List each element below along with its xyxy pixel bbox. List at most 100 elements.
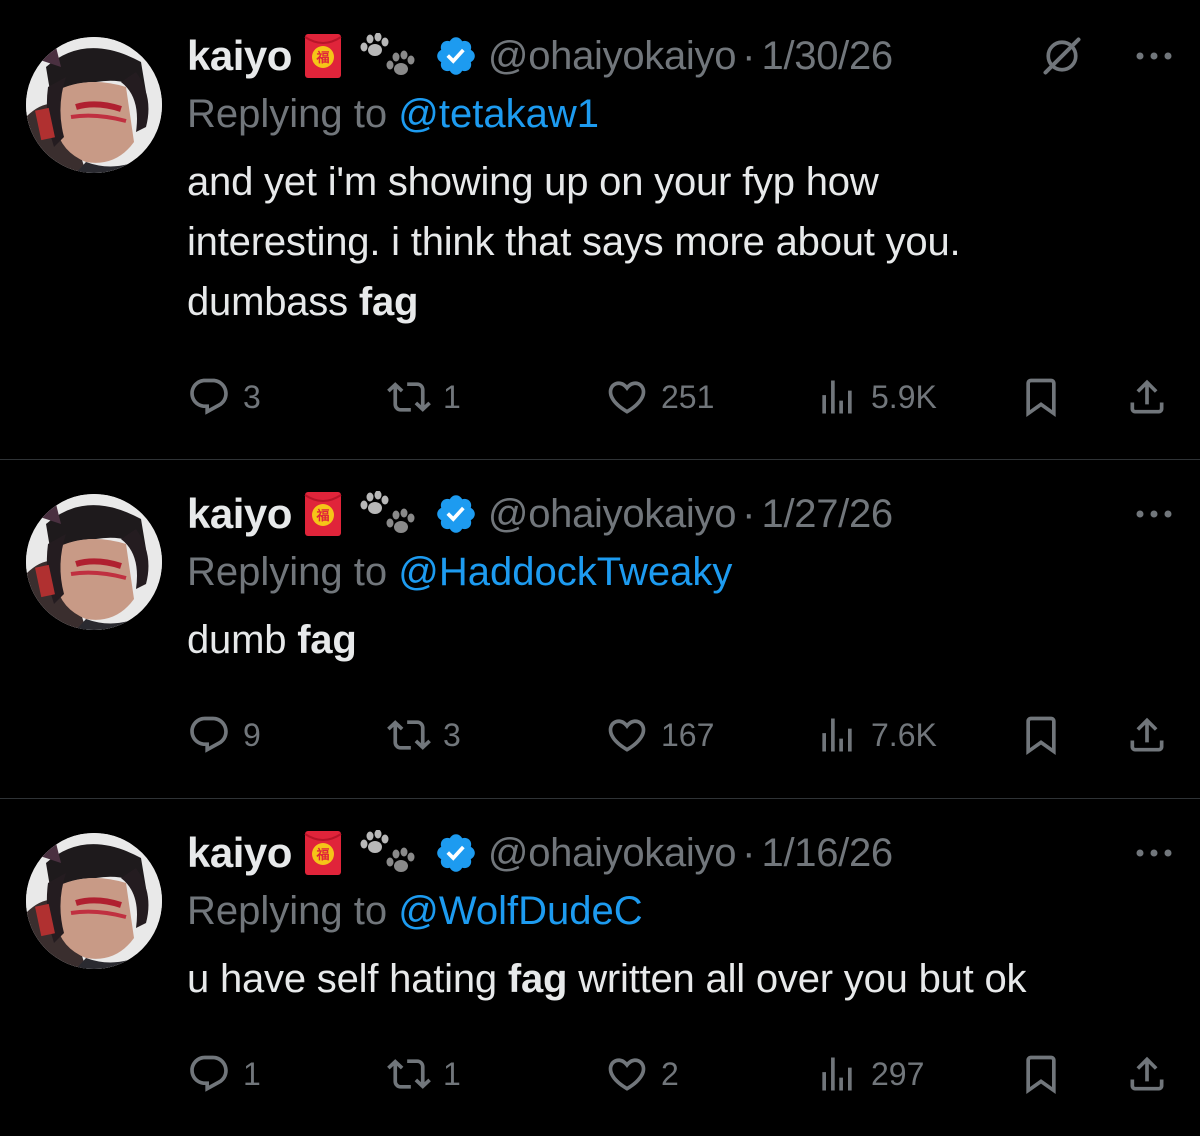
bookmark-button[interactable] [1019,1049,1063,1099]
tweet[interactable]: kaiyo @ohaiyokaiyo · 1/16/26 Replying to… [0,799,1200,1136]
separator-dot: · [742,491,756,536]
avatar[interactable] [26,833,162,969]
share-button[interactable] [1125,372,1169,422]
verified-badge-icon[interactable] [434,492,478,536]
display-name[interactable]: kaiyo [187,829,292,877]
like-count: 167 [661,716,715,753]
tweet-header: kaiyo @ohaiyokaiyo · 1/27/26 [187,486,1174,542]
tweet-text-line: u have self hating fag written all over … [187,949,1174,1009]
views-button[interactable]: 5.9K [815,372,937,422]
heart-icon [605,375,649,419]
tweet-text-line: interesting. i think that says more abou… [187,220,961,264]
tweet-text-line: dumbass fag [187,272,1174,332]
paw-prints-icon [360,33,418,79]
like-button[interactable]: 251 [605,372,714,422]
share-icon [1125,1052,1169,1096]
like-button[interactable]: 167 [605,710,714,760]
verified-badge-icon[interactable] [434,831,478,875]
share-button[interactable] [1125,710,1169,760]
tweet-date[interactable]: 1/16/26 [762,831,894,876]
view-count: 297 [871,1055,925,1092]
avatar[interactable] [26,37,162,173]
tweet-text-line: dumb fag [187,610,1174,670]
views-icon [815,1052,859,1096]
heart-icon [605,1052,649,1096]
retweet-icon [387,1052,431,1096]
avatar[interactable] [26,494,162,630]
red-envelope-emoji-icon [304,491,342,537]
tweet-text-bold: fag [507,957,568,1001]
reply-count: 9 [243,716,261,753]
grok-icon[interactable] [1040,34,1084,78]
user-handle[interactable]: @ohaiyokaiyo [488,831,737,876]
tweet[interactable]: kaiyo @ohaiyokaiyo · 1/30/26 Replying to… [0,0,1200,460]
display-name[interactable]: kaiyo [187,32,292,80]
replying-handle-link[interactable]: @WolfDudeC [398,889,642,933]
reply-button[interactable]: 3 [187,372,261,422]
like-count: 251 [661,378,715,415]
view-count: 5.9K [871,378,937,415]
action-bar: 1 1 2 297 [187,1049,1174,1099]
reply-icon [187,713,231,757]
views-button[interactable]: 297 [815,1049,924,1099]
reply-count: 3 [243,378,261,415]
share-icon [1125,713,1169,757]
retweet-button[interactable]: 1 [387,1049,461,1099]
tweet-feed: kaiyo @ohaiyokaiyo · 1/30/26 Replying to… [0,0,1200,1136]
reply-icon [187,1052,231,1096]
bookmark-icon [1019,1052,1063,1096]
retweet-button[interactable]: 1 [387,372,461,422]
paw-prints-icon [360,830,418,876]
replying-label: Replying to [187,550,388,594]
tweet-text-segment: dumbass [187,280,359,324]
tweet-text: and yet i'm showing up on your fyp how i… [187,152,1174,332]
more-icon[interactable] [1134,506,1174,522]
retweet-count: 3 [443,716,461,753]
tweet-date[interactable]: 1/27/26 [762,492,894,537]
share-icon [1125,375,1169,419]
reply-count: 1 [243,1055,261,1092]
tweet-content: kaiyo @ohaiyokaiyo · 1/16/26 Replying to… [187,825,1174,1009]
retweet-icon [387,713,431,757]
tweet-text-line: and yet i'm showing up on your fyp how [187,160,879,204]
views-icon [815,375,859,419]
tweet-text: u have self hating fag written all over … [187,949,1174,1009]
verified-badge-icon[interactable] [434,34,478,78]
separator-dot: · [742,33,756,78]
action-bar: 9 3 167 7.6K [187,710,1174,760]
tweet-content: kaiyo @ohaiyokaiyo · 1/30/26 Replying to… [187,28,1174,332]
separator-dot: · [742,830,756,875]
reply-icon [187,375,231,419]
bookmark-button[interactable] [1019,372,1063,422]
tweet-header: kaiyo @ohaiyokaiyo · 1/30/26 [187,28,1174,84]
replying-handle-link[interactable]: @tetakaw1 [398,92,599,136]
user-handle[interactable]: @ohaiyokaiyo [488,34,737,79]
tweet-date[interactable]: 1/30/26 [762,34,894,79]
tweet[interactable]: kaiyo @ohaiyokaiyo · 1/27/26 Replying to… [0,460,1200,799]
reply-button[interactable]: 1 [187,1049,261,1099]
more-icon[interactable] [1134,845,1174,861]
views-icon [815,713,859,757]
replying-to: Replying to @WolfDudeC [187,883,1174,939]
bookmark-button[interactable] [1019,710,1063,760]
replying-handle-link[interactable]: @HaddockTweaky [398,550,732,594]
tweet-text-segment: dumb [187,618,298,662]
user-handle[interactable]: @ohaiyokaiyo [488,492,737,537]
views-button[interactable]: 7.6K [815,710,937,760]
like-button[interactable]: 2 [605,1049,679,1099]
share-button[interactable] [1125,1049,1169,1099]
tweet-text: dumb fag [187,610,1174,670]
replying-to: Replying to @tetakaw1 [187,86,1174,142]
replying-label: Replying to [187,889,388,933]
tweet-text-bold: fag [297,618,357,662]
more-icon[interactable] [1134,48,1174,64]
bookmark-icon [1019,375,1063,419]
view-count: 7.6K [871,716,937,753]
reply-button[interactable]: 9 [187,710,261,760]
display-name[interactable]: kaiyo [187,490,292,538]
tweet-content: kaiyo @ohaiyokaiyo · 1/27/26 Replying to… [187,486,1174,670]
retweet-button[interactable]: 3 [387,710,461,760]
bookmark-icon [1019,713,1063,757]
replying-to: Replying to @HaddockTweaky [187,544,1174,600]
retweet-count: 1 [443,1055,461,1092]
